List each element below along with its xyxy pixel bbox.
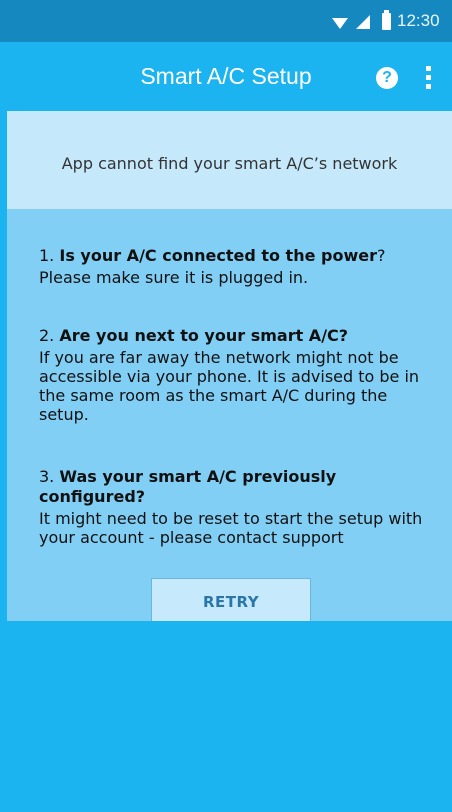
error-banner: App cannot find your smart A/C’s network	[7, 111, 452, 209]
checklist-item-proximity: 2. Are you next to your smart A/C? If yo…	[39, 326, 439, 424]
checklist-detail: It might need to be reset to start the s…	[39, 509, 423, 547]
checklist-question: 1. Is your A/C connected to the power?	[39, 246, 439, 266]
wifi-icon	[332, 18, 348, 29]
retry-button[interactable]: RETRY	[151, 578, 311, 626]
signal-icon	[356, 15, 370, 29]
help-icon[interactable]: ?	[376, 67, 398, 89]
checklist-number: 1.	[39, 246, 55, 265]
checklist-number: 3.	[39, 467, 55, 486]
status-bar: 12:30	[0, 0, 452, 42]
checklist-question-suffix: ?	[376, 246, 386, 265]
app-bar: Smart A/C Setup ?	[0, 42, 452, 111]
checklist-number: 2.	[39, 326, 55, 345]
checklist-detail: Please make sure it is plugged in.	[39, 268, 309, 287]
checklist-question-text: Was your smart A/C previously configured…	[39, 467, 337, 506]
battery-icon	[382, 10, 391, 30]
checklist-question-text: Are you next to your smart A/C?	[59, 326, 349, 345]
left-edge	[0, 42, 7, 812]
checklist-question: 3. Was your smart A/C previously configu…	[39, 467, 439, 507]
checklist-detail: If you are far away the network might no…	[39, 348, 420, 424]
checklist-item-configured: 3. Was your smart A/C previously configu…	[39, 467, 439, 547]
checklist-item-power: 1. Is your A/C connected to the power? P…	[39, 246, 439, 287]
more-vert-icon[interactable]	[424, 66, 432, 92]
bottom-area	[7, 621, 452, 812]
error-message: App cannot find your smart A/C’s network	[61, 154, 398, 173]
checklist-question-text: Is your A/C connected to the power	[59, 246, 377, 265]
status-time: 12:30	[397, 11, 440, 30]
checklist-question: 2. Are you next to your smart A/C?	[39, 326, 439, 346]
